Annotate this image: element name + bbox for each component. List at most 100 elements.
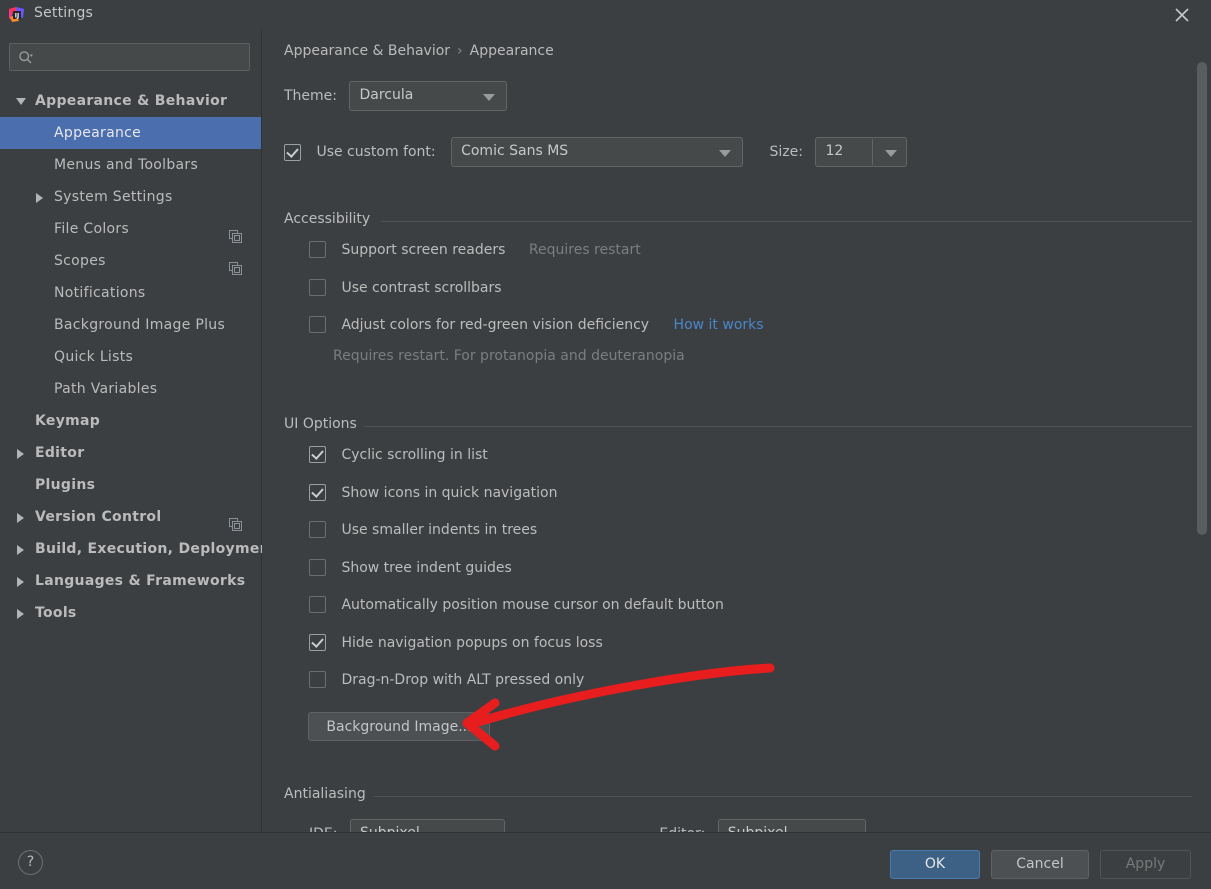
- sidebar-item-label: Scopes: [54, 253, 106, 269]
- close-icon[interactable]: [1171, 4, 1193, 26]
- ui-option-cyclic-scrolling[interactable]: Cyclic scrolling in list: [309, 446, 488, 463]
- sidebar-item-keymap[interactable]: Keymap: [0, 405, 261, 437]
- sidebar-item-label: Build, Execution, Deployment: [35, 541, 277, 557]
- ui-options-group-header: UI Options: [284, 416, 1192, 432]
- sidebar-item-scopes[interactable]: Scopes: [0, 245, 261, 277]
- font-family-dropdown[interactable]: Comic Sans MS: [451, 137, 744, 167]
- cyclic-scrolling-checkbox[interactable]: [309, 446, 326, 463]
- auto-position-cursor-checkbox[interactable]: [309, 596, 326, 613]
- sidebar-item-plugins[interactable]: Plugins: [0, 469, 261, 501]
- theme-label: Theme:: [284, 88, 338, 104]
- adjust-colors-checkbox[interactable]: [309, 316, 326, 333]
- sidebar-item-label: File Colors: [54, 221, 130, 237]
- tree-indent-guides-checkbox[interactable]: [309, 559, 326, 576]
- sidebar-item-label: Languages & Frameworks: [35, 573, 246, 589]
- sidebar-item-label: Notifications: [54, 285, 146, 301]
- ui-option-hide-nav-popups[interactable]: Hide navigation popups on focus loss: [309, 634, 603, 651]
- use-contrast-scrollbars-checkbox[interactable]: [309, 279, 326, 296]
- use-custom-font-checkbox[interactable]: [284, 143, 301, 161]
- sidebar-item-system-settings[interactable]: System Settings: [0, 181, 261, 213]
- chevron-right-icon[interactable]: [15, 501, 29, 533]
- sidebar-item-quick-lists[interactable]: Quick Lists: [0, 341, 261, 373]
- ui-option-tree-indent-guides[interactable]: Show tree indent guides: [309, 559, 512, 576]
- settings-tree: Appearance & Behavior Appearance Menus and…: [0, 85, 277, 629]
- how-it-works-link[interactable]: How it works: [674, 317, 764, 333]
- sidebar-item-background-image-plus[interactable]: Background Image Plus: [0, 309, 261, 341]
- theme-value: Darcula: [359, 87, 414, 103]
- drag-n-drop-alt-checkbox[interactable]: [309, 671, 326, 688]
- chevron-right-icon[interactable]: [15, 565, 29, 597]
- sidebar-item-label: Quick Lists: [54, 349, 134, 365]
- sidebar-item-build-execution-deployment[interactable]: Build, Execution, Deployment: [0, 533, 277, 565]
- font-size-label: Size:: [769, 144, 804, 160]
- sidebar-item-label: Plugins: [35, 477, 96, 493]
- ui-option-drag-n-drop-alt[interactable]: Drag-n-Drop with ALT pressed only: [309, 671, 584, 688]
- sidebar-item-version-control[interactable]: Version Control: [0, 501, 261, 533]
- sidebar-item-appearance-behavior[interactable]: Appearance & Behavior: [0, 85, 261, 117]
- custom-font-row: Use custom font: Comic Sans MS Size: 12: [284, 137, 908, 167]
- help-button[interactable]: ?: [18, 850, 43, 875]
- antialiasing-editor-dropdown[interactable]: Subpixel: [717, 819, 866, 832]
- settings-content-pane: Appearance & Behavior › Appearance Theme: …: [262, 29, 1211, 832]
- chevron-down-icon[interactable]: [15, 85, 29, 117]
- window-title: Settings: [34, 5, 94, 21]
- svg-text:IJ: IJ: [15, 13, 19, 20]
- sidebar-item-file-colors[interactable]: File Colors: [0, 213, 261, 245]
- search-input[interactable]: [40, 47, 244, 69]
- sidebar-item-label: System Settings: [54, 189, 173, 205]
- accessibility-option-2[interactable]: Adjust colors for red-green vision defic…: [309, 316, 764, 333]
- antialiasing-ide-dropdown[interactable]: Subpixel: [349, 819, 505, 832]
- show-icons-checkbox[interactable]: [309, 484, 326, 501]
- sidebar-item-editor[interactable]: Editor: [0, 437, 261, 469]
- drag-n-drop-alt-label: Drag-n-Drop with ALT pressed only: [341, 671, 585, 688]
- combo-divider: [872, 139, 874, 165]
- chevron-right-icon[interactable]: [15, 533, 29, 565]
- group-separator-line: [364, 426, 1192, 427]
- antialiasing-editor-value: Subpixel: [728, 825, 788, 832]
- sidebar-item-path-variables[interactable]: Path Variables: [0, 373, 261, 405]
- sidebar-item-menus-and-toolbars[interactable]: Menus and Toolbars: [0, 149, 261, 181]
- accessibility-option-0[interactable]: Support screen readers Requires restart: [309, 241, 641, 258]
- content-vertical-scrollbar[interactable]: [1197, 62, 1207, 535]
- ui-option-auto-position-cursor[interactable]: Automatically position mouse cursor on d…: [309, 596, 724, 613]
- antialiasing-ide-value: Subpixel: [360, 825, 420, 832]
- ui-options-group-title: UI Options: [284, 416, 357, 432]
- chevron-down-icon: [719, 150, 732, 157]
- sidebar-item-appearance[interactable]: Appearance: [0, 117, 261, 149]
- chevron-right-icon[interactable]: [15, 437, 29, 469]
- cancel-button[interactable]: Cancel: [991, 850, 1089, 879]
- search-icon: [18, 50, 34, 66]
- theme-dropdown[interactable]: Darcula: [349, 81, 508, 111]
- copy-settings-icon[interactable]: [229, 511, 242, 531]
- sidebar-item-tools[interactable]: Tools: [0, 597, 261, 629]
- copy-settings-icon[interactable]: [229, 255, 242, 275]
- chevron-right-icon[interactable]: [15, 597, 29, 629]
- title-bar: IJ Settings: [0, 0, 1211, 29]
- hide-nav-popups-label: Hide navigation popups on focus loss: [341, 634, 603, 651]
- sidebar-item-notifications[interactable]: Notifications: [0, 277, 261, 309]
- ok-button[interactable]: OK: [890, 850, 980, 879]
- copy-settings-icon[interactable]: [229, 223, 242, 243]
- chevron-down-icon: [483, 94, 496, 101]
- antialiasing-group-header: Antialiasing: [284, 786, 1192, 802]
- chevron-right-icon[interactable]: [34, 181, 48, 213]
- font-size-dropdown[interactable]: 12: [815, 137, 908, 167]
- sidebar-item-label: Background Image Plus: [54, 317, 226, 333]
- ui-option-show-icons[interactable]: Show icons in quick navigation: [309, 484, 557, 501]
- show-icons-label: Show icons in quick navigation: [341, 484, 558, 501]
- search-box[interactable]: [9, 43, 250, 71]
- group-separator-line: [374, 796, 1192, 797]
- smaller-indents-checkbox[interactable]: [309, 521, 326, 538]
- group-separator-line: [381, 221, 1192, 222]
- support-screen-readers-checkbox[interactable]: [309, 241, 326, 258]
- use-contrast-scrollbars-label: Use contrast scrollbars: [341, 279, 502, 296]
- settings-dialog: IJ Settings Appearance & Behavior Appeara…: [0, 0, 1211, 889]
- ui-option-smaller-indents[interactable]: Use smaller indents in trees: [309, 521, 537, 538]
- accessibility-option-1[interactable]: Use contrast scrollbars: [309, 279, 502, 296]
- sidebar-item-label: Keymap: [35, 413, 101, 429]
- breadcrumb: Appearance & Behavior › Appearance: [284, 43, 554, 59]
- breadcrumb-parent[interactable]: Appearance & Behavior: [284, 43, 450, 59]
- hide-nav-popups-checkbox[interactable]: [309, 634, 326, 651]
- sidebar-item-languages-frameworks[interactable]: Languages & Frameworks: [0, 565, 261, 597]
- background-image-button[interactable]: Background Image...: [308, 712, 490, 741]
